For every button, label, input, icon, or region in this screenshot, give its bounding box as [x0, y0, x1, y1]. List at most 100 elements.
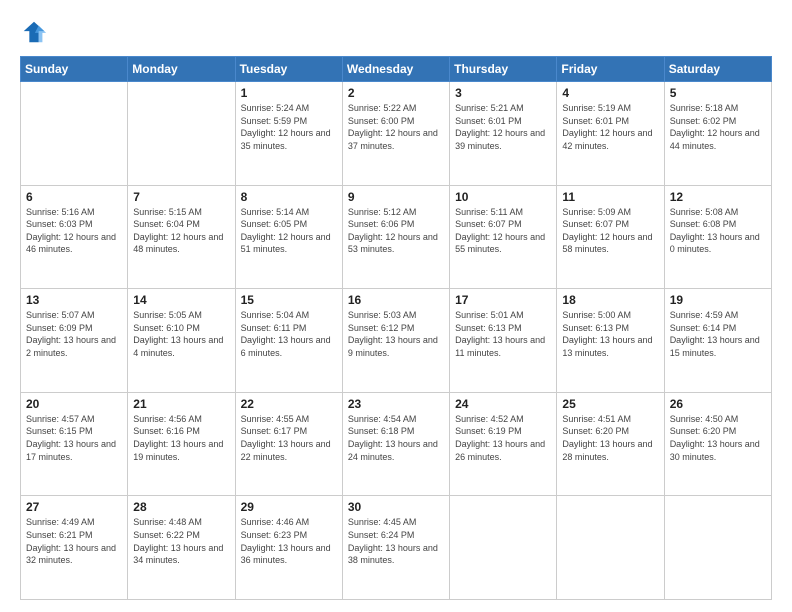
calendar-cell: 21Sunrise: 4:56 AM Sunset: 6:16 PM Dayli… — [128, 392, 235, 496]
day-number: 23 — [348, 397, 444, 411]
weekday-header-row: SundayMondayTuesdayWednesdayThursdayFrid… — [21, 57, 772, 82]
day-number: 7 — [133, 190, 229, 204]
day-info: Sunrise: 5:22 AM Sunset: 6:00 PM Dayligh… — [348, 102, 444, 152]
calendar-cell: 16 Sunrise: 5:03 AM Sunset: 6:12 PM Dayli… — [342, 289, 449, 393]
calendar-cell: 26 Sunrise: 4:50 AM Sunset: 6:20 PM Dayli… — [664, 392, 771, 496]
week-row-4: 20 Sunrise: 4:57 AM Sunset: 6:15 PM Dayli… — [21, 392, 772, 496]
calendar-table: SundayMondayTuesdayWednesdayThursdayFrid… — [20, 56, 772, 600]
day-info: Sunrise: 5:18 AM Sunset: 6:02 PM Dayligh… — [670, 102, 766, 152]
calendar-cell: 12 Sunrise: 5:08 AM Sunset: 6:08 PM Dayli… — [664, 185, 771, 289]
day-info: Sunrise: 4:57 AM Sunset: 6:15 PM Dayligh… — [26, 413, 122, 463]
calendar-cell: 18 Sunrise: 5:00 AM Sunset: 6:13 PM Dayli… — [557, 289, 664, 393]
calendar-cell: 23 Sunrise: 4:54 AM Sunset: 6:18 PM Dayli… — [342, 392, 449, 496]
day-info: Sunrise: 4:51 AM Sunset: 6:20 PM Dayligh… — [562, 413, 658, 463]
day-info: Sunrise: 5:19 AM Sunset: 6:01 PM Dayligh… — [562, 102, 658, 152]
day-number: 15 — [241, 293, 337, 307]
calendar-cell — [128, 82, 235, 186]
day-info: Sunrise: 5:21 AM Sunset: 6:01 PM Dayligh… — [455, 102, 551, 152]
day-number: 14 — [133, 293, 229, 307]
day-number: 9 — [348, 190, 444, 204]
day-number: 10 — [455, 190, 551, 204]
day-number: 11 — [562, 190, 658, 204]
day-number: 1 — [241, 86, 337, 100]
weekday-header-tuesday: Tuesday — [235, 57, 342, 82]
day-number: 17 — [455, 293, 551, 307]
day-number: 5 — [670, 86, 766, 100]
calendar-cell: 1Sunrise: 5:24 AM Sunset: 5:59 PM Daylig… — [235, 82, 342, 186]
logo-icon — [20, 18, 48, 46]
calendar-cell: 9 Sunrise: 5:12 AM Sunset: 6:06 PM Daylig… — [342, 185, 449, 289]
calendar-cell: 17 Sunrise: 5:01 AM Sunset: 6:13 PM Dayli… — [450, 289, 557, 393]
day-info: Sunrise: 5:09 AM Sunset: 6:07 PM Dayligh… — [562, 206, 658, 256]
calendar-cell: 5 Sunrise: 5:18 AM Sunset: 6:02 PM Daylig… — [664, 82, 771, 186]
calendar-cell: 24 Sunrise: 4:52 AM Sunset: 6:19 PM Dayli… — [450, 392, 557, 496]
week-row-1: 1Sunrise: 5:24 AM Sunset: 5:59 PM Daylig… — [21, 82, 772, 186]
day-info: Sunrise: 5:05 AM Sunset: 6:10 PM Dayligh… — [133, 309, 229, 359]
day-info: Sunrise: 4:55 AM Sunset: 6:17 PM Dayligh… — [241, 413, 337, 463]
day-number: 6 — [26, 190, 122, 204]
day-info: Sunrise: 5:11 AM Sunset: 6:07 PM Dayligh… — [455, 206, 551, 256]
day-info: Sunrise: 4:52 AM Sunset: 6:19 PM Dayligh… — [455, 413, 551, 463]
logo — [20, 18, 52, 46]
header — [20, 18, 772, 46]
day-number: 16 — [348, 293, 444, 307]
day-number: 3 — [455, 86, 551, 100]
day-number: 29 — [241, 500, 337, 514]
weekday-header-friday: Friday — [557, 57, 664, 82]
day-number: 19 — [670, 293, 766, 307]
calendar-cell: 7 Sunrise: 5:15 AM Sunset: 6:04 PM Daylig… — [128, 185, 235, 289]
week-row-5: 27 Sunrise: 4:49 AM Sunset: 6:21 PM Dayli… — [21, 496, 772, 600]
calendar-cell: 30 Sunrise: 4:45 AM Sunset: 6:24 PM Dayli… — [342, 496, 449, 600]
day-info: Sunrise: 5:00 AM Sunset: 6:13 PM Dayligh… — [562, 309, 658, 359]
day-info: Sunrise: 4:49 AM Sunset: 6:21 PM Dayligh… — [26, 516, 122, 566]
calendar-cell: 4 Sunrise: 5:19 AM Sunset: 6:01 PM Daylig… — [557, 82, 664, 186]
day-number: 2 — [348, 86, 444, 100]
day-info: Sunrise: 5:03 AM Sunset: 6:12 PM Dayligh… — [348, 309, 444, 359]
day-info: Sunrise: 5:01 AM Sunset: 6:13 PM Dayligh… — [455, 309, 551, 359]
day-info: Sunrise: 4:48 AM Sunset: 6:22 PM Dayligh… — [133, 516, 229, 566]
weekday-header-thursday: Thursday — [450, 57, 557, 82]
day-number: 26 — [670, 397, 766, 411]
day-info: Sunrise: 5:16 AM Sunset: 6:03 PM Dayligh… — [26, 206, 122, 256]
calendar-cell: 19Sunrise: 4:59 AM Sunset: 6:14 PM Dayli… — [664, 289, 771, 393]
day-number: 25 — [562, 397, 658, 411]
calendar-cell: 11 Sunrise: 5:09 AM Sunset: 6:07 PM Dayli… — [557, 185, 664, 289]
calendar-cell: 22 Sunrise: 4:55 AM Sunset: 6:17 PM Dayli… — [235, 392, 342, 496]
week-row-3: 13 Sunrise: 5:07 AM Sunset: 6:09 PM Dayli… — [21, 289, 772, 393]
weekday-header-sunday: Sunday — [21, 57, 128, 82]
calendar-cell: 27 Sunrise: 4:49 AM Sunset: 6:21 PM Dayli… — [21, 496, 128, 600]
calendar-cell: 3 Sunrise: 5:21 AM Sunset: 6:01 PM Daylig… — [450, 82, 557, 186]
page: SundayMondayTuesdayWednesdayThursdayFrid… — [0, 0, 792, 612]
calendar-cell: 13 Sunrise: 5:07 AM Sunset: 6:09 PM Dayli… — [21, 289, 128, 393]
day-number: 30 — [348, 500, 444, 514]
calendar-cell: 14 Sunrise: 5:05 AM Sunset: 6:10 PM Dayli… — [128, 289, 235, 393]
day-info: Sunrise: 4:45 AM Sunset: 6:24 PM Dayligh… — [348, 516, 444, 566]
day-info: Sunrise: 5:07 AM Sunset: 6:09 PM Dayligh… — [26, 309, 122, 359]
day-info: Sunrise: 5:14 AM Sunset: 6:05 PM Dayligh… — [241, 206, 337, 256]
calendar-cell: 28Sunrise: 4:48 AM Sunset: 6:22 PM Dayli… — [128, 496, 235, 600]
day-number: 18 — [562, 293, 658, 307]
day-number: 8 — [241, 190, 337, 204]
calendar-cell: 2 Sunrise: 5:22 AM Sunset: 6:00 PM Daylig… — [342, 82, 449, 186]
day-info: Sunrise: 4:56 AM Sunset: 6:16 PM Dayligh… — [133, 413, 229, 463]
weekday-header-wednesday: Wednesday — [342, 57, 449, 82]
calendar-cell: 8 Sunrise: 5:14 AM Sunset: 6:05 PM Daylig… — [235, 185, 342, 289]
day-number: 27 — [26, 500, 122, 514]
day-number: 12 — [670, 190, 766, 204]
day-number: 24 — [455, 397, 551, 411]
day-number: 4 — [562, 86, 658, 100]
day-info: Sunrise: 5:12 AM Sunset: 6:06 PM Dayligh… — [348, 206, 444, 256]
calendar-cell — [557, 496, 664, 600]
calendar-cell: 25 Sunrise: 4:51 AM Sunset: 6:20 PM Dayli… — [557, 392, 664, 496]
day-info: Sunrise: 4:50 AM Sunset: 6:20 PM Dayligh… — [670, 413, 766, 463]
day-number: 22 — [241, 397, 337, 411]
day-number: 13 — [26, 293, 122, 307]
day-number: 20 — [26, 397, 122, 411]
weekday-header-monday: Monday — [128, 57, 235, 82]
day-info: Sunrise: 5:15 AM Sunset: 6:04 PM Dayligh… — [133, 206, 229, 256]
day-info: Sunrise: 5:04 AM Sunset: 6:11 PM Dayligh… — [241, 309, 337, 359]
day-info: Sunrise: 5:08 AM Sunset: 6:08 PM Dayligh… — [670, 206, 766, 256]
calendar-cell: 29 Sunrise: 4:46 AM Sunset: 6:23 PM Dayli… — [235, 496, 342, 600]
day-info: Sunrise: 4:46 AM Sunset: 6:23 PM Dayligh… — [241, 516, 337, 566]
day-info: Sunrise: 4:54 AM Sunset: 6:18 PM Dayligh… — [348, 413, 444, 463]
